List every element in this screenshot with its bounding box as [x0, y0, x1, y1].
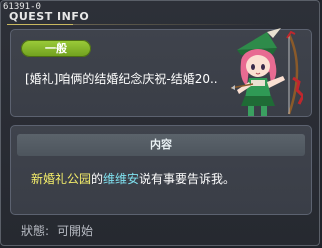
status-value: 可開始 — [57, 224, 94, 238]
quest-name: [婚礼]咱俩的结婚纪念庆祝-结婚20.. — [25, 72, 218, 86]
location-link[interactable]: 新婚礼公园 — [31, 172, 91, 186]
quest-content-panel: 内容 新婚礼公园的维维安说有事要告诉我。 — [10, 125, 312, 215]
quest-description: 新婚礼公园的维维安说有事要告诉我。 — [31, 170, 235, 187]
title-bar[interactable]: QUEST INFO — [1, 10, 321, 25]
desc-rest: 说有事要告诉我。 — [139, 172, 236, 186]
title-divider — [73, 24, 273, 25]
quest-status: 狀態: 可開始 — [21, 222, 93, 239]
title-underline — [7, 24, 73, 25]
npc-link[interactable]: 维维安 — [103, 172, 139, 186]
content-header: 内容 — [17, 134, 305, 156]
desc-connector: 的 — [91, 172, 104, 186]
status-label: 狀態: — [21, 224, 50, 238]
quest-summary-panel: 一般 [婚礼]咱俩的结婚纪念庆祝-结婚20.. — [10, 28, 312, 117]
category-badge: 一般 — [21, 40, 91, 57]
quest-info-window: 61391-0 QUEST INFO 一般 [婚礼]咱俩的结婚纪念庆祝-结婚20… — [0, 0, 320, 246]
window-title: QUEST INFO — [9, 10, 90, 23]
npc-portrait-icon — [230, 28, 303, 116]
